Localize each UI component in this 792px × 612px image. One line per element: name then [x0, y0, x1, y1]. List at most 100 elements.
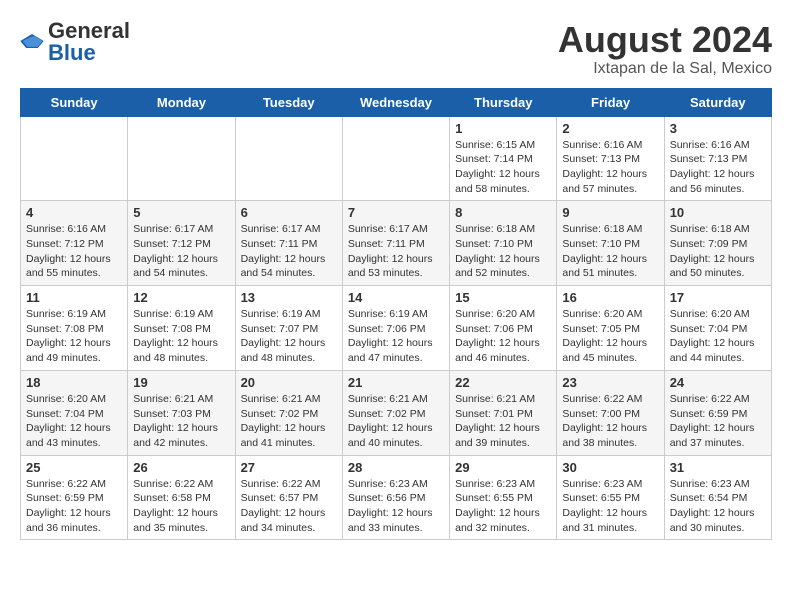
day-info: Sunrise: 6:18 AM Sunset: 7:10 PM Dayligh…	[455, 222, 551, 281]
day-number: 18	[26, 375, 122, 390]
day-info: Sunrise: 6:16 AM Sunset: 7:13 PM Dayligh…	[670, 138, 766, 197]
calendar-cell: 21 Sunrise: 6:21 AM Sunset: 7:02 PM Dayli…	[342, 370, 449, 455]
day-info: Sunrise: 6:22 AM Sunset: 6:58 PM Dayligh…	[133, 477, 229, 536]
weekday-header-row: SundayMondayTuesdayWednesdayThursdayFrid…	[21, 88, 772, 116]
day-info: Sunrise: 6:20 AM Sunset: 7:04 PM Dayligh…	[26, 392, 122, 451]
day-number: 19	[133, 375, 229, 390]
calendar-week-row: 18 Sunrise: 6:20 AM Sunset: 7:04 PM Dayli…	[21, 370, 772, 455]
calendar-cell: 17 Sunrise: 6:20 AM Sunset: 7:04 PM Dayli…	[664, 286, 771, 371]
title-section: August 2024 Ixtapan de la Sal, Mexico	[558, 20, 772, 78]
calendar-cell: 31Sunrise: 6:23 AM Sunset: 6:54 PM Dayli…	[664, 455, 771, 540]
calendar-cell: 5 Sunrise: 6:17 AM Sunset: 7:12 PM Daylig…	[128, 201, 235, 286]
day-info: Sunrise: 6:16 AM Sunset: 7:13 PM Dayligh…	[562, 138, 658, 197]
day-info: Sunrise: 6:20 AM Sunset: 7:05 PM Dayligh…	[562, 307, 658, 366]
calendar-cell: 27 Sunrise: 6:22 AM Sunset: 6:57 PM Dayli…	[235, 455, 342, 540]
day-number: 11	[26, 290, 122, 305]
weekday-header-monday: Monday	[128, 88, 235, 116]
day-number: 5	[133, 205, 229, 220]
day-number: 30	[562, 460, 658, 475]
day-info: Sunrise: 6:22 AM Sunset: 7:00 PM Dayligh…	[562, 392, 658, 451]
day-number: 1	[455, 121, 551, 136]
day-number: 21	[348, 375, 444, 390]
day-number: 28	[348, 460, 444, 475]
day-number: 6	[241, 205, 337, 220]
calendar-cell: 28 Sunrise: 6:23 AM Sunset: 6:56 PM Dayli…	[342, 455, 449, 540]
day-info: Sunrise: 6:22 AM Sunset: 6:59 PM Dayligh…	[26, 477, 122, 536]
day-info: Sunrise: 6:18 AM Sunset: 7:09 PM Dayligh…	[670, 222, 766, 281]
day-number: 8	[455, 205, 551, 220]
day-number: 3	[670, 121, 766, 136]
day-info: Sunrise: 6:17 AM Sunset: 7:12 PM Dayligh…	[133, 222, 229, 281]
day-info: Sunrise: 6:21 AM Sunset: 7:02 PM Dayligh…	[348, 392, 444, 451]
day-info: Sunrise: 6:22 AM Sunset: 6:57 PM Dayligh…	[241, 477, 337, 536]
day-number: 16	[562, 290, 658, 305]
weekday-header-saturday: Saturday	[664, 88, 771, 116]
calendar-cell: 18 Sunrise: 6:20 AM Sunset: 7:04 PM Dayli…	[21, 370, 128, 455]
day-number: 9	[562, 205, 658, 220]
calendar-cell	[235, 116, 342, 201]
day-info: Sunrise: 6:23 AM Sunset: 6:55 PM Dayligh…	[562, 477, 658, 536]
calendar-cell: 10 Sunrise: 6:18 AM Sunset: 7:09 PM Dayli…	[664, 201, 771, 286]
day-info: Sunrise: 6:21 AM Sunset: 7:01 PM Dayligh…	[455, 392, 551, 451]
day-info: Sunrise: 6:16 AM Sunset: 7:12 PM Dayligh…	[26, 222, 122, 281]
calendar-cell: 15 Sunrise: 6:20 AM Sunset: 7:06 PM Dayli…	[450, 286, 557, 371]
calendar-cell: 30 Sunrise: 6:23 AM Sunset: 6:55 PM Dayli…	[557, 455, 664, 540]
calendar-cell: 13Sunrise: 6:19 AM Sunset: 7:07 PM Dayli…	[235, 286, 342, 371]
calendar-cell: 16 Sunrise: 6:20 AM Sunset: 7:05 PM Dayli…	[557, 286, 664, 371]
day-number: 29	[455, 460, 551, 475]
day-info: Sunrise: 6:20 AM Sunset: 7:04 PM Dayligh…	[670, 307, 766, 366]
calendar-cell: 14 Sunrise: 6:19 AM Sunset: 7:06 PM Dayli…	[342, 286, 449, 371]
weekday-header-thursday: Thursday	[450, 88, 557, 116]
day-number: 24	[670, 375, 766, 390]
calendar-cell: 20 Sunrise: 6:21 AM Sunset: 7:02 PM Dayli…	[235, 370, 342, 455]
day-info: Sunrise: 6:22 AM Sunset: 6:59 PM Dayligh…	[670, 392, 766, 451]
day-info: Sunrise: 6:19 AM Sunset: 7:06 PM Dayligh…	[348, 307, 444, 366]
day-info: Sunrise: 6:19 AM Sunset: 7:08 PM Dayligh…	[133, 307, 229, 366]
calendar-cell: 2 Sunrise: 6:16 AM Sunset: 7:13 PM Daylig…	[557, 116, 664, 201]
location: Ixtapan de la Sal, Mexico	[558, 60, 772, 78]
day-number: 26	[133, 460, 229, 475]
day-number: 23	[562, 375, 658, 390]
calendar-cell: 29 Sunrise: 6:23 AM Sunset: 6:55 PM Dayli…	[450, 455, 557, 540]
month-title: August 2024	[558, 20, 772, 60]
calendar-week-row: 11 Sunrise: 6:19 AM Sunset: 7:08 PM Dayli…	[21, 286, 772, 371]
day-number: 17	[670, 290, 766, 305]
day-info: Sunrise: 6:18 AM Sunset: 7:10 PM Dayligh…	[562, 222, 658, 281]
day-number: 14	[348, 290, 444, 305]
calendar-week-row: 4 Sunrise: 6:16 AM Sunset: 7:12 PM Daylig…	[21, 201, 772, 286]
weekday-header-wednesday: Wednesday	[342, 88, 449, 116]
day-number: 13	[241, 290, 337, 305]
day-number: 4	[26, 205, 122, 220]
calendar-cell: 12Sunrise: 6:19 AM Sunset: 7:08 PM Dayli…	[128, 286, 235, 371]
logo: General Blue	[20, 20, 130, 64]
day-number: 7	[348, 205, 444, 220]
day-number: 2	[562, 121, 658, 136]
calendar-cell: 9 Sunrise: 6:18 AM Sunset: 7:10 PM Daylig…	[557, 201, 664, 286]
page-header: General Blue August 2024 Ixtapan de la S…	[20, 20, 772, 78]
day-info: Sunrise: 6:21 AM Sunset: 7:03 PM Dayligh…	[133, 392, 229, 451]
calendar-cell: 4 Sunrise: 6:16 AM Sunset: 7:12 PM Daylig…	[21, 201, 128, 286]
day-info: Sunrise: 6:23 AM Sunset: 6:55 PM Dayligh…	[455, 477, 551, 536]
calendar-cell	[21, 116, 128, 201]
day-info: Sunrise: 6:23 AM Sunset: 6:56 PM Dayligh…	[348, 477, 444, 536]
day-info: Sunrise: 6:17 AM Sunset: 7:11 PM Dayligh…	[241, 222, 337, 281]
calendar-cell: 11 Sunrise: 6:19 AM Sunset: 7:08 PM Dayli…	[21, 286, 128, 371]
calendar-cell: 23 Sunrise: 6:22 AM Sunset: 7:00 PM Dayli…	[557, 370, 664, 455]
weekday-header-tuesday: Tuesday	[235, 88, 342, 116]
day-number: 10	[670, 205, 766, 220]
day-number: 20	[241, 375, 337, 390]
day-number: 15	[455, 290, 551, 305]
calendar-cell: 6 Sunrise: 6:17 AM Sunset: 7:11 PM Daylig…	[235, 201, 342, 286]
day-info: Sunrise: 6:20 AM Sunset: 7:06 PM Dayligh…	[455, 307, 551, 366]
calendar-cell: 19 Sunrise: 6:21 AM Sunset: 7:03 PM Dayli…	[128, 370, 235, 455]
day-info: Sunrise: 6:19 AM Sunset: 7:08 PM Dayligh…	[26, 307, 122, 366]
logo-icon	[20, 34, 44, 48]
calendar-cell: 26 Sunrise: 6:22 AM Sunset: 6:58 PM Dayli…	[128, 455, 235, 540]
day-number: 22	[455, 375, 551, 390]
calendar-week-row: 25 Sunrise: 6:22 AM Sunset: 6:59 PM Dayli…	[21, 455, 772, 540]
day-info: Sunrise: 6:21 AM Sunset: 7:02 PM Dayligh…	[241, 392, 337, 451]
day-number: 27	[241, 460, 337, 475]
day-number: 25	[26, 460, 122, 475]
day-info: Sunrise: 6:17 AM Sunset: 7:11 PM Dayligh…	[348, 222, 444, 281]
weekday-header-sunday: Sunday	[21, 88, 128, 116]
